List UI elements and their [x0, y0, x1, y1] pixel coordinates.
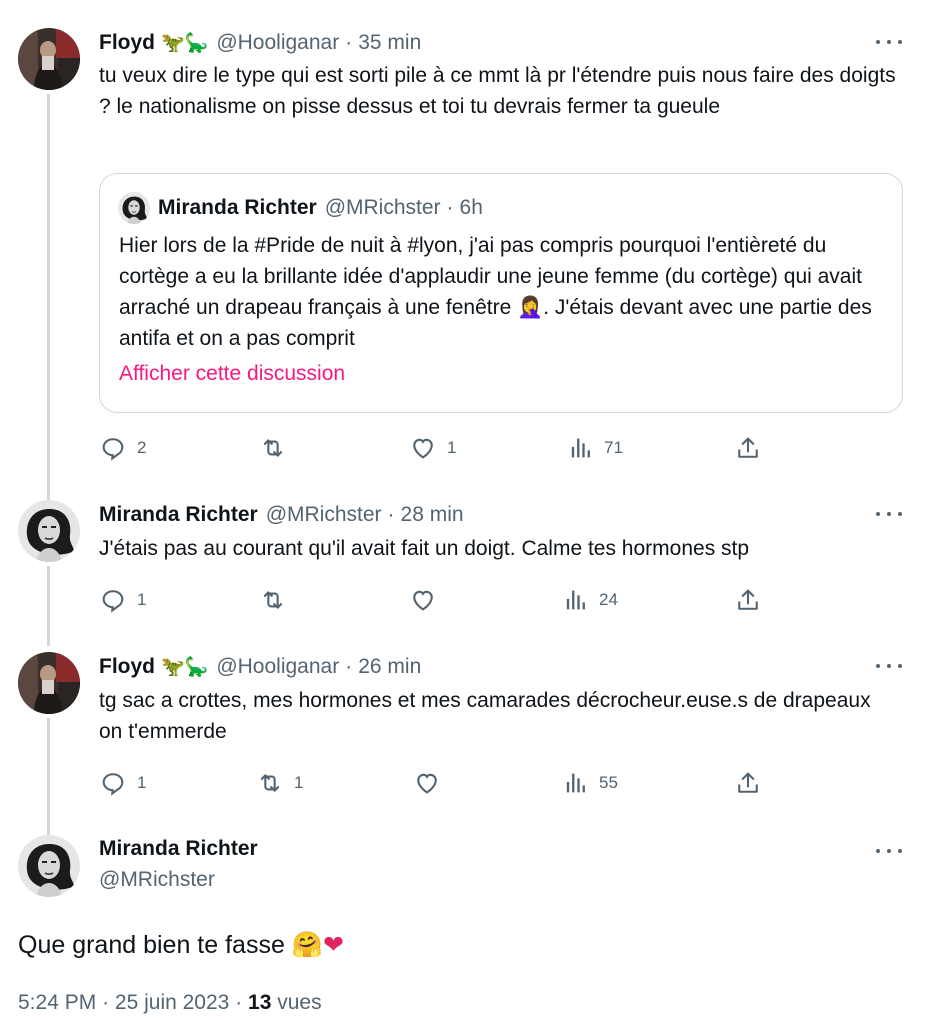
- avatar[interactable]: [18, 500, 80, 562]
- hug-emoji: 🤗: [291, 931, 323, 959]
- reply-button[interactable]: 1: [99, 585, 146, 615]
- more-icon[interactable]: [876, 34, 902, 50]
- views-count: 55: [599, 773, 618, 792]
- reply-icon: [99, 769, 127, 797]
- quote-text: Hier lors de la #Pride de nuit à #lyon, …: [119, 234, 872, 350]
- avatar: [118, 192, 150, 224]
- action-bar: 2 1 71: [99, 433, 899, 463]
- author-handle[interactable]: @Hooliganar: [216, 31, 339, 55]
- like-button[interactable]: [409, 585, 447, 615]
- more-icon[interactable]: [876, 658, 902, 674]
- share-button[interactable]: [734, 585, 762, 615]
- action-bar: 1 1 55: [99, 768, 899, 798]
- reply-button[interactable]: 1: [99, 768, 146, 798]
- separator: ·: [345, 31, 353, 54]
- views-button[interactable]: 55: [561, 768, 618, 798]
- reply-count: 1: [137, 773, 147, 792]
- timestamp[interactable]: 26 min: [358, 655, 421, 679]
- like-icon: [413, 769, 441, 797]
- timestamp[interactable]: 28 min: [401, 503, 464, 527]
- separator: ·: [235, 991, 243, 1014]
- author-name[interactable]: Floyd: [99, 31, 155, 55]
- thread-tweet[interactable]: Floyd 🦖🦕 @Hooliganar · 35 min tu veux di…: [0, 28, 928, 522]
- author-name[interactable]: Miranda Richter: [99, 503, 258, 527]
- tweet-text: Que grand bien te fasse 🤗❤: [18, 930, 344, 960]
- name-emojis: 🦖🦕: [161, 657, 209, 678]
- views-label: vues: [277, 991, 322, 1014]
- avatar[interactable]: [18, 835, 80, 897]
- focal-tweet: Miranda Richter @MRichster Que grand bie…: [0, 835, 928, 1025]
- retweet-button[interactable]: [259, 585, 297, 615]
- more-icon[interactable]: [876, 843, 902, 859]
- views-icon: [561, 769, 589, 797]
- author-name[interactable]: Miranda Richter: [99, 837, 258, 861]
- like-button[interactable]: 1: [409, 433, 456, 463]
- thread-tweet[interactable]: Miranda Richter @MRichster · 28 min J'ét…: [0, 500, 928, 646]
- author-handle[interactable]: @MRichster: [266, 503, 382, 527]
- reply-icon: [99, 586, 127, 614]
- share-icon: [734, 434, 762, 462]
- separator: ·: [387, 503, 395, 526]
- thread-connector: [47, 566, 50, 646]
- views-button[interactable]: 24: [561, 585, 618, 615]
- separator: ·: [446, 196, 454, 219]
- like-count: 1: [447, 438, 457, 457]
- tweet-text-body: Que grand bien te fasse: [18, 931, 285, 959]
- post-time[interactable]: 5:24 PM: [18, 991, 96, 1014]
- timestamp[interactable]: 35 min: [358, 31, 421, 55]
- views-icon: [566, 434, 594, 462]
- retweet-icon: [259, 434, 287, 462]
- retweet-button[interactable]: 1: [256, 768, 303, 798]
- action-bar: 1 24: [99, 585, 899, 615]
- author-handle[interactable]: @MRichster: [99, 868, 215, 892]
- reply-count: 2: [137, 438, 147, 457]
- share-button[interactable]: [734, 768, 762, 798]
- thread-tweet[interactable]: Floyd 🦖🦕 @Hooliganar · 26 min tg sac a c…: [0, 652, 928, 868]
- views-count: 24: [599, 590, 618, 609]
- heart-emoji: ❤: [322, 931, 344, 959]
- reply-button[interactable]: 2: [99, 433, 146, 463]
- quote-author-name: Miranda Richter: [158, 196, 317, 219]
- retweet-icon: [256, 769, 284, 797]
- quote-timestamp: 6h: [459, 196, 483, 219]
- name-emojis: 🦖🦕: [161, 33, 209, 54]
- quote-author-handle: @MRichster: [324, 196, 441, 219]
- show-thread-link[interactable]: Afficher cette discussion: [119, 362, 345, 386]
- author-name[interactable]: Floyd: [99, 655, 155, 679]
- reply-icon: [99, 434, 127, 462]
- retweet-icon: [259, 586, 287, 614]
- author-handle[interactable]: @Hooliganar: [216, 655, 339, 679]
- separator: ·: [345, 655, 353, 678]
- like-button[interactable]: [413, 768, 451, 798]
- views-count: 71: [604, 438, 623, 457]
- avatar[interactable]: [18, 28, 80, 90]
- share-icon: [734, 586, 762, 614]
- separator: ·: [102, 991, 110, 1014]
- tweet-text: tg sac a crottes, mes hormones et mes ca…: [99, 689, 871, 743]
- reply-count: 1: [137, 590, 147, 609]
- avatar[interactable]: [18, 652, 80, 714]
- tweet-text: J'étais pas au courant qu'il avait fait …: [99, 537, 750, 560]
- views-icon: [561, 586, 589, 614]
- tweet-text: tu veux dire le type qui est sorti pile …: [99, 64, 896, 118]
- retweet-button[interactable]: [259, 433, 297, 463]
- share-button[interactable]: [734, 433, 762, 463]
- thread-connector: [47, 94, 50, 522]
- views-count: 13: [248, 991, 272, 1014]
- more-icon[interactable]: [876, 506, 902, 522]
- views-button[interactable]: 71: [566, 433, 623, 463]
- retweet-count: 1: [294, 773, 304, 792]
- like-icon: [409, 434, 437, 462]
- post-date[interactable]: 25 juin 2023: [115, 991, 229, 1014]
- share-icon: [734, 769, 762, 797]
- like-icon: [409, 586, 437, 614]
- tweet-meta: 5:24 PM · 25 juin 2023 · 13 vues: [18, 991, 322, 1015]
- quoted-tweet[interactable]: Miranda Richter @MRichster · 6h Hier lor…: [99, 173, 903, 413]
